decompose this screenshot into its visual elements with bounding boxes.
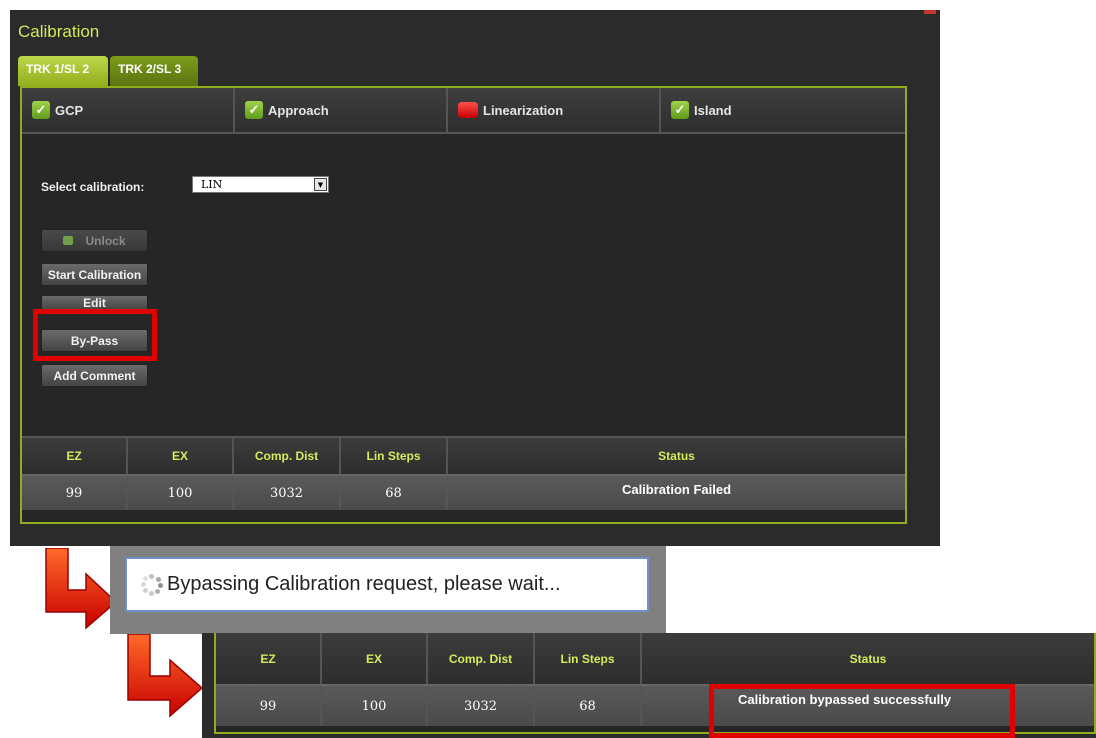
progress-overlay: Bypassing Calibration request, please wa… (110, 546, 666, 634)
lock-icon (63, 236, 74, 245)
unlock-label: Unlock (85, 233, 126, 248)
bypass-highlight-box (33, 309, 157, 361)
check-icon: ✓ (32, 101, 50, 119)
corner-marker (924, 10, 936, 14)
chevron-down-icon[interactable]: ▼ (314, 178, 327, 191)
column-header-lin-steps: Lin Steps (341, 438, 448, 474)
calibration-select[interactable]: LIN ▼ (192, 176, 329, 193)
column-header-status: Status (658, 449, 695, 463)
column-header-lin-steps: Lin Steps (535, 633, 642, 684)
cell-ez: 99 (216, 686, 322, 726)
calibration-item-approach[interactable]: ✓ Approach (235, 88, 448, 132)
page-title: Calibration (18, 22, 100, 41)
cell-comp-dist: 3032 (234, 476, 341, 510)
column-header-ex: EX (128, 438, 234, 474)
progress-toast: Bypassing Calibration request, please wa… (125, 557, 649, 612)
calibration-item-gcp[interactable]: ✓ GCP (22, 88, 235, 132)
cell-lin-steps: 68 (535, 686, 642, 726)
flow-arrow-2-icon (127, 634, 204, 718)
tab-bar: TRK 1/SL 2 TRK 2/SL 3 (18, 56, 200, 86)
check-icon: ✓ (671, 101, 689, 119)
add-comment-button[interactable]: Add Comment (41, 364, 148, 387)
cell-ex: 100 (322, 686, 428, 726)
calibration-results-table: EZ EX Comp. Dist Lin Steps Status 99 100… (22, 436, 905, 510)
calibration-item-label: Linearization (483, 102, 564, 118)
success-highlight-box (709, 684, 1015, 738)
error-icon (458, 102, 478, 118)
cell-comp-dist: 3032 (428, 686, 535, 726)
calibration-item-linearization[interactable]: Linearization (448, 88, 661, 132)
table-row: 99 100 3032 68 Calibration Failed (22, 474, 905, 510)
select-calibration-label: Select calibration: (41, 180, 145, 194)
cell-lin-steps: 68 (341, 476, 448, 510)
flow-arrow-1-icon (45, 548, 118, 630)
tab-trk2-sl3[interactable]: TRK 2/SL 3 (110, 56, 198, 86)
progress-message: Bypassing Calibration request, please wa… (167, 573, 561, 595)
column-header-ez: EZ (216, 633, 322, 684)
calibration-status-row: ✓ GCP ✓ Approach Linearization ✓ Island (22, 88, 905, 134)
start-calibration-button[interactable]: Start Calibration (41, 263, 148, 286)
column-header-status: Status (849, 651, 887, 666)
calibration-select-value: LIN (201, 178, 223, 191)
cell-status: Calibration Failed (621, 482, 732, 497)
unlock-button[interactable]: Unlock (41, 229, 148, 252)
table-header-row: EZ EX Comp. Dist Lin Steps Status (22, 436, 905, 474)
cell-ex: 100 (128, 476, 234, 510)
column-header-comp-dist: Comp. Dist (428, 633, 535, 684)
column-header-ex: EX (322, 633, 428, 684)
calibration-panel: Calibration TRK 1/SL 2 TRK 2/SL 3 ✓ GCP … (10, 10, 940, 546)
tab-trk1-sl2[interactable]: TRK 1/SL 2 (18, 56, 108, 86)
calibration-item-label: GCP (55, 102, 84, 118)
calibration-item-label: Approach (268, 102, 329, 118)
column-header-comp-dist: Comp. Dist (234, 438, 341, 474)
cell-ez: 99 (22, 476, 128, 510)
calibration-content: ✓ GCP ✓ Approach Linearization ✓ Island … (20, 86, 907, 524)
calibration-item-island[interactable]: ✓ Island (661, 88, 905, 132)
table-header-row: EZ EX Comp. Dist Lin Steps Status (216, 633, 1094, 684)
loading-spinner-icon (141, 573, 163, 596)
calibration-item-label: Island (694, 102, 732, 118)
check-icon: ✓ (245, 101, 263, 119)
column-header-ez: EZ (22, 438, 128, 474)
